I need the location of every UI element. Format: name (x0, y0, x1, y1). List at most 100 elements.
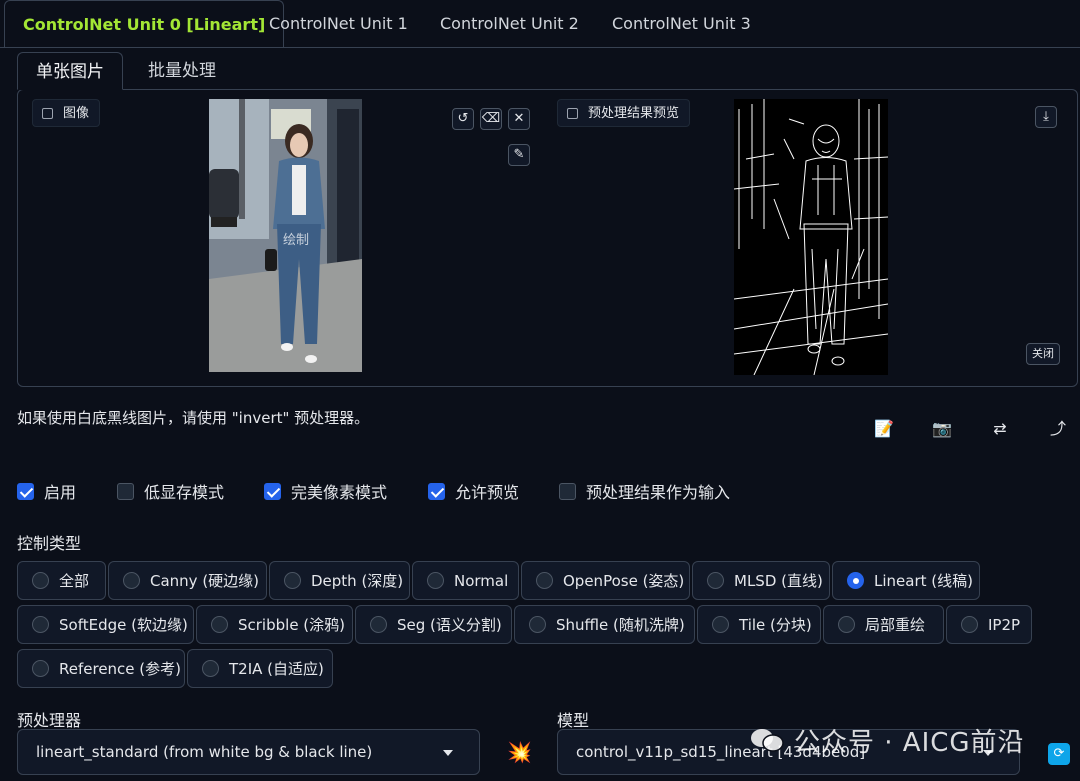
checkbox-label: 允许预览 (455, 483, 520, 502)
checkbox-box[interactable] (428, 482, 445, 500)
image-panel (17, 89, 1078, 387)
preview-label: 预处理结果预览 (557, 99, 691, 127)
radio-label: Depth (深度) (311, 572, 404, 590)
radio-dot[interactable] (32, 660, 49, 677)
edit-icon[interactable]: 📝 (873, 418, 895, 440)
lineart-graphic (734, 99, 888, 375)
preview-label-text: 预处理结果预览 (588, 106, 680, 121)
invert-hint: 如果使用白底黑线图片，请使用 "invert" 预处理器。 (17, 409, 370, 427)
image-label-text: 图像 (63, 106, 90, 121)
radio-dot[interactable] (536, 572, 553, 589)
tabs-divider (0, 47, 1080, 48)
run-preprocessor-icon[interactable]: 💥 (507, 740, 532, 764)
radio-label: Tile (分块) (739, 616, 812, 634)
radio-dot[interactable] (32, 616, 49, 633)
preprocessor-value: lineart_standard (from white bg & black … (36, 743, 373, 761)
checkbox-label: 完美像素模式 (291, 483, 388, 502)
radio-dot[interactable] (32, 572, 49, 589)
control-type-t2ia[interactable]: T2IA (自适应) (187, 649, 333, 688)
allow-preview-checkbox[interactable]: 允许预览 (428, 480, 519, 502)
chevron-down-icon (443, 750, 453, 756)
radio-label: Lineart (线稿) (874, 572, 973, 590)
model-label: 模型 (557, 711, 590, 730)
radio-label: Scribble (涂鸦) (238, 616, 346, 634)
close-icon[interactable]: ✕ (508, 108, 530, 130)
low-vram-checkbox[interactable]: 低显存模式 (117, 480, 224, 502)
radio-dot[interactable] (529, 616, 546, 633)
close-preview-button[interactable]: 关闭 (1026, 343, 1060, 365)
radio-label: 局部重绘 (865, 616, 926, 634)
image-icon (42, 108, 53, 119)
preprocessor-as-input-checkbox[interactable]: 预处理结果作为输入 (559, 480, 730, 502)
eraser-icon[interactable]: ⌫ (480, 108, 502, 130)
radio-label: OpenPose (姿态) (563, 572, 685, 590)
input-image[interactable]: 绘制 (209, 99, 362, 372)
send-icon[interactable]: ⤴ (1047, 418, 1069, 440)
photo-watermark: 绘制 (283, 233, 310, 248)
control-type-openpose[interactable]: OpenPose (姿态) (521, 561, 690, 600)
radio-dot[interactable] (712, 616, 729, 633)
enable-checkbox[interactable]: 启用 (17, 480, 76, 502)
image-icon (567, 108, 578, 119)
checkbox-box[interactable] (559, 482, 576, 500)
control-type-normal[interactable]: Normal (412, 561, 519, 600)
download-icon[interactable]: ⤓ (1035, 106, 1057, 128)
radio-dot-selected[interactable] (847, 572, 864, 589)
tab-unit-0[interactable]: ControlNet Unit 0 [Lineart] (4, 0, 285, 48)
tab-unit-3[interactable]: ControlNet Unit 3 (594, 0, 769, 48)
radio-label: T2IA (自适应) (229, 660, 324, 678)
control-type-shuffle[interactable]: Shuffle (随机洗牌) (514, 605, 695, 644)
control-type-inpaint[interactable]: 局部重绘 (823, 605, 944, 644)
tab-unit-1[interactable]: ControlNet Unit 1 (251, 0, 426, 48)
control-type-scribble[interactable]: Scribble (涂鸦) (196, 605, 353, 644)
image-label: 图像 (32, 99, 101, 127)
refresh-icon[interactable]: ⟳ (1048, 743, 1070, 765)
checkbox-box[interactable] (17, 482, 34, 500)
control-type-mlsd[interactable]: MLSD (直线) (692, 561, 830, 600)
control-type-label: 控制类型 (17, 534, 82, 553)
checkbox-box[interactable] (117, 482, 134, 500)
tab-batch[interactable]: 批量处理 (130, 52, 234, 90)
radio-label: MLSD (直线) (734, 572, 823, 590)
control-type-depth[interactable]: Depth (深度) (269, 561, 410, 600)
control-type-canny[interactable]: Canny (硬边缘) (108, 561, 267, 600)
radio-dot[interactable] (202, 660, 219, 677)
control-type-ip2p[interactable]: IP2P (946, 605, 1032, 644)
preprocessor-preview-image (734, 99, 888, 375)
radio-dot[interactable] (838, 616, 855, 633)
control-type-softedge[interactable]: SoftEdge (软边缘) (17, 605, 194, 644)
control-type-tile[interactable]: Tile (分块) (697, 605, 821, 644)
radio-dot[interactable] (370, 616, 387, 633)
control-type-seg[interactable]: Seg (语义分割) (355, 605, 512, 644)
control-type-reference[interactable]: Reference (参考) (17, 649, 185, 688)
watermark-text: 公众号 · AICG前沿 (794, 728, 1025, 758)
swap-icon[interactable]: ⇄ (989, 418, 1011, 440)
tab-single-image[interactable]: 单张图片 (17, 52, 123, 90)
radio-label: Seg (语义分割) (397, 616, 502, 634)
checkbox-label: 预处理结果作为输入 (586, 483, 731, 502)
pixel-perfect-checkbox[interactable]: 完美像素模式 (264, 480, 387, 502)
radio-dot[interactable] (123, 572, 140, 589)
tab-unit-2[interactable]: ControlNet Unit 2 (422, 0, 597, 48)
radio-label: IP2P (988, 615, 1021, 634)
radio-label: Canny (硬边缘) (150, 572, 260, 590)
radio-dot[interactable] (211, 616, 228, 633)
radio-dot[interactable] (284, 572, 301, 589)
wechat-logo-icon (751, 729, 784, 752)
radio-label: Reference (参考) (59, 660, 182, 678)
radio-label: Shuffle (随机洗牌) (556, 616, 685, 634)
radio-dot[interactable] (707, 572, 724, 589)
checkbox-label: 启用 (44, 483, 77, 502)
control-type-all[interactable]: 全部 (17, 561, 106, 600)
checkbox-label: 低显存模式 (144, 483, 225, 502)
preprocessor-label: 预处理器 (17, 711, 82, 730)
rotate-icon[interactable]: ↺ (452, 108, 474, 130)
camera-icon[interactable]: 📷 (931, 418, 953, 440)
radio-dot[interactable] (961, 616, 978, 633)
preprocessor-select[interactable]: lineart_standard (from white bg & black … (17, 729, 480, 775)
brush-icon[interactable]: ✎ (508, 144, 530, 166)
radio-label: 全部 (59, 572, 90, 590)
control-type-lineart[interactable]: Lineart (线稿) (832, 561, 980, 600)
checkbox-box[interactable] (264, 482, 281, 500)
radio-dot[interactable] (427, 572, 444, 589)
